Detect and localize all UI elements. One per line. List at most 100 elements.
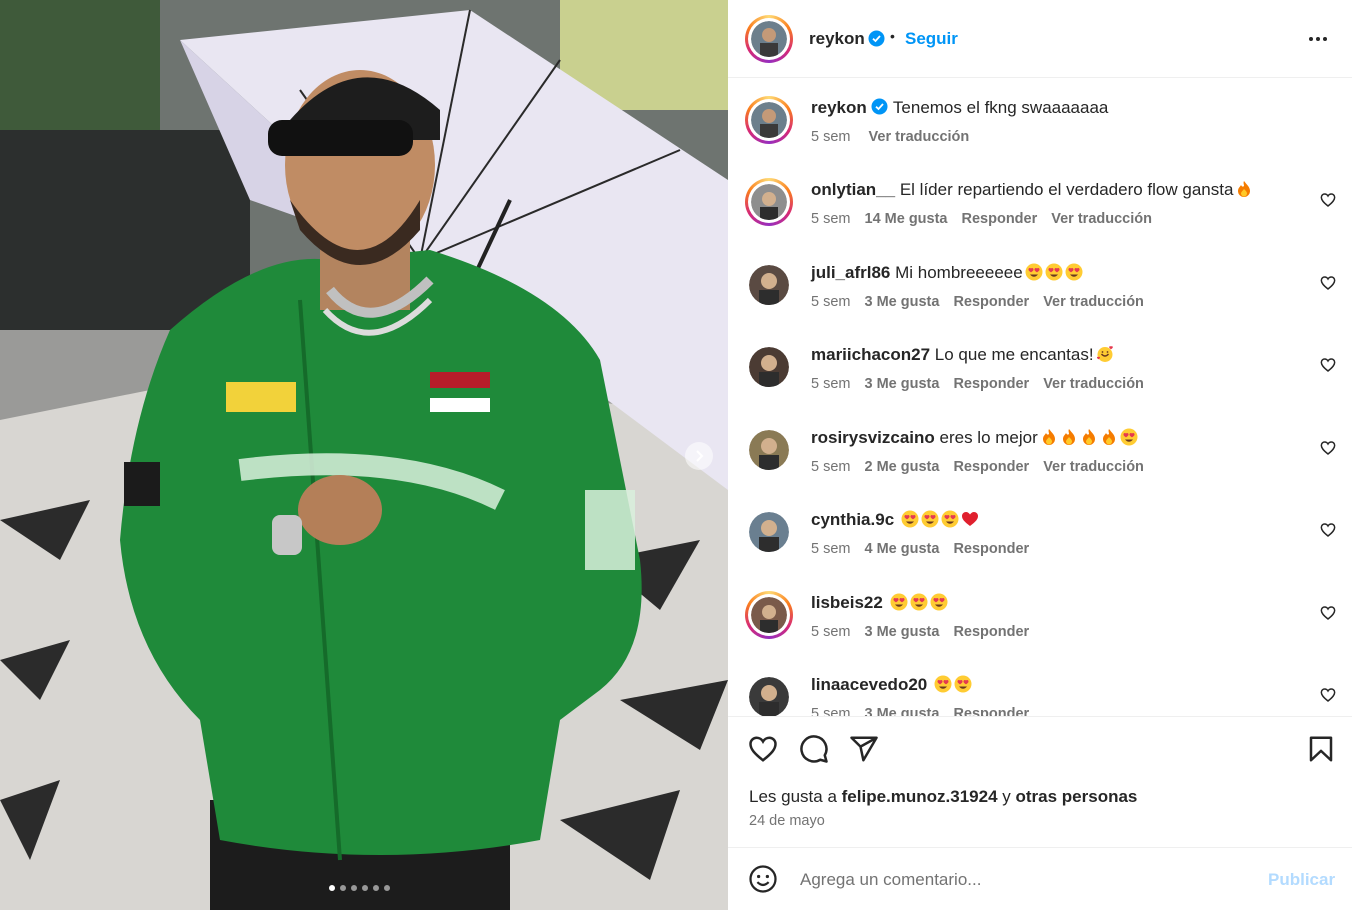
commenter-avatar[interactable] [749, 347, 789, 387]
comment-likes-count[interactable]: 14 Me gusta [865, 211, 948, 227]
comment-likes-count[interactable]: 3 Me gusta [865, 376, 940, 392]
comment-username[interactable]: lisbeis22 [811, 593, 883, 612]
comment-username[interactable]: mariichacon27 [811, 345, 930, 364]
carousel-dot [351, 885, 357, 891]
comments-list[interactable]: reykon Tenemos el fkng swaaaaaaa 5 sem V… [728, 78, 1352, 716]
post-photo [0, 0, 728, 910]
author-username[interactable]: reykon [809, 29, 865, 49]
avatar-photo-icon [751, 184, 787, 220]
like-heart-icon[interactable] [748, 734, 778, 764]
heart-eyes-emoji [910, 593, 928, 617]
avatar-photo-icon [751, 102, 787, 138]
reply-button[interactable]: Responder [953, 706, 1029, 716]
comment-like-heart-icon[interactable] [1320, 605, 1336, 621]
comment-likes-count[interactable]: 3 Me gusta [865, 624, 940, 640]
comment-age: 5 sem [811, 624, 851, 640]
comment-username[interactable]: juli_afrl86 [811, 263, 890, 282]
emoji-picker-icon[interactable] [748, 864, 778, 894]
header-separator: • [890, 28, 895, 44]
post-date[interactable]: 24 de mayo [749, 813, 825, 829]
comment-text: lisbeis22 [811, 592, 948, 617]
comment-likes-count[interactable]: 2 Me gusta [865, 459, 940, 475]
save-bookmark-icon[interactable] [1306, 734, 1336, 764]
comment-age: 5 sem [811, 706, 851, 716]
comment-likes-count[interactable]: 3 Me gusta [865, 294, 940, 310]
reply-button[interactable]: Responder [953, 541, 1029, 557]
comment-row: cynthia.9c 5 sem 4 Me gusta Responder [728, 510, 1352, 582]
red-heart-emoji [961, 510, 979, 534]
author-avatar[interactable] [745, 15, 793, 63]
reply-button[interactable]: Responder [962, 211, 1038, 227]
follow-button[interactable]: Seguir [905, 29, 958, 49]
see-translation-link[interactable]: Ver traducción [1043, 459, 1144, 475]
comment-body: Mi hombreeeeee [895, 263, 1023, 282]
see-translation-link[interactable]: Ver traducción [1043, 294, 1144, 310]
comment-input[interactable] [798, 865, 1252, 895]
comment-bubble-icon[interactable] [799, 734, 829, 764]
verified-badge-icon [871, 98, 888, 115]
comment-username[interactable]: linaacevedo20 [811, 675, 927, 694]
post-sidebar: reykon • Seguir reykon Tenemos el fkng s… [728, 0, 1352, 910]
commenter-avatar[interactable] [749, 512, 789, 552]
comment-meta: 5 sem 3 Me gusta Responder Ver traducción [811, 294, 1158, 310]
fire-emoji [1100, 428, 1118, 452]
comment-meta: 5 sem 4 Me gusta Responder [811, 541, 1043, 557]
heart-eyes-emoji [901, 510, 919, 534]
likes-prefix: Les gusta a [749, 787, 837, 806]
caption-avatar[interactable] [745, 96, 793, 144]
caption-age: 5 sem [811, 129, 851, 145]
carousel-dot [362, 885, 368, 891]
comment-composer: Publicar [728, 847, 1352, 910]
comment-username[interactable]: cynthia.9c [811, 510, 894, 529]
reply-button[interactable]: Responder [953, 459, 1029, 475]
fire-emoji [1040, 428, 1058, 452]
comment-username[interactable]: onlytian__ [811, 180, 895, 199]
likes-user-link[interactable]: felipe.munoz.31924 [842, 787, 998, 806]
comment-age: 5 sem [811, 376, 851, 392]
comment-meta: 5 sem 14 Me gusta Responder Ver traducción [811, 211, 1166, 227]
comment-username[interactable]: rosirysvizcaino [811, 428, 935, 447]
likes-others-link[interactable]: otras personas [1016, 787, 1138, 806]
commenter-avatar[interactable] [749, 265, 789, 305]
heart-eyes-emoji [1120, 428, 1138, 452]
commenter-avatar[interactable] [745, 591, 793, 639]
see-translation-link[interactable]: Ver traducción [869, 129, 970, 145]
comment-like-heart-icon[interactable] [1320, 192, 1336, 208]
post-media [0, 0, 728, 910]
comment-like-heart-icon[interactable] [1320, 522, 1336, 538]
carousel-next-button[interactable] [685, 442, 713, 470]
carousel-dot [384, 885, 390, 891]
see-translation-link[interactable]: Ver traducción [1051, 211, 1152, 227]
commenter-avatar[interactable] [745, 178, 793, 226]
comment-likes-count[interactable]: 3 Me gusta [865, 706, 940, 716]
post-header: reykon • Seguir [728, 0, 1352, 78]
reply-button[interactable]: Responder [953, 376, 1029, 392]
heart-eyes-emoji [890, 593, 908, 617]
see-translation-link[interactable]: Ver traducción [1043, 376, 1144, 392]
comment-meta: 5 sem 3 Me gusta Responder [811, 624, 1043, 640]
smiling-hearts-emoji [1096, 345, 1114, 369]
commenter-avatar[interactable] [749, 430, 789, 470]
heart-eyes-emoji [1045, 263, 1063, 287]
comment-likes-count[interactable]: 4 Me gusta [865, 541, 940, 557]
reply-button[interactable]: Responder [953, 294, 1029, 310]
comment-like-heart-icon[interactable] [1320, 275, 1336, 291]
comment-body: eres lo mejor [939, 428, 1038, 447]
commenter-avatar[interactable] [749, 677, 789, 716]
comment-like-heart-icon[interactable] [1320, 440, 1336, 456]
publish-button[interactable]: Publicar [1268, 870, 1335, 890]
carousel-dot [329, 885, 335, 891]
heart-eyes-emoji [954, 675, 972, 699]
heart-eyes-emoji [1065, 263, 1083, 287]
comment-row: mariichacon27 Lo que me encantas! 5 sem 3 … [728, 345, 1352, 417]
comment-like-heart-icon[interactable] [1320, 687, 1336, 703]
caption-username[interactable]: reykon [811, 98, 867, 117]
caption-text: reykon Tenemos el fkng swaaaaaaa [811, 97, 1108, 119]
reply-button[interactable]: Responder [953, 624, 1029, 640]
fire-emoji [1060, 428, 1078, 452]
comment-like-heart-icon[interactable] [1320, 357, 1336, 373]
post-caption: reykon Tenemos el fkng swaaaaaaa 5 sem V… [728, 96, 1352, 170]
caption-meta: 5 sem Ver traducción [811, 129, 983, 145]
share-send-icon[interactable] [849, 734, 879, 764]
more-options-icon[interactable] [1306, 27, 1330, 51]
